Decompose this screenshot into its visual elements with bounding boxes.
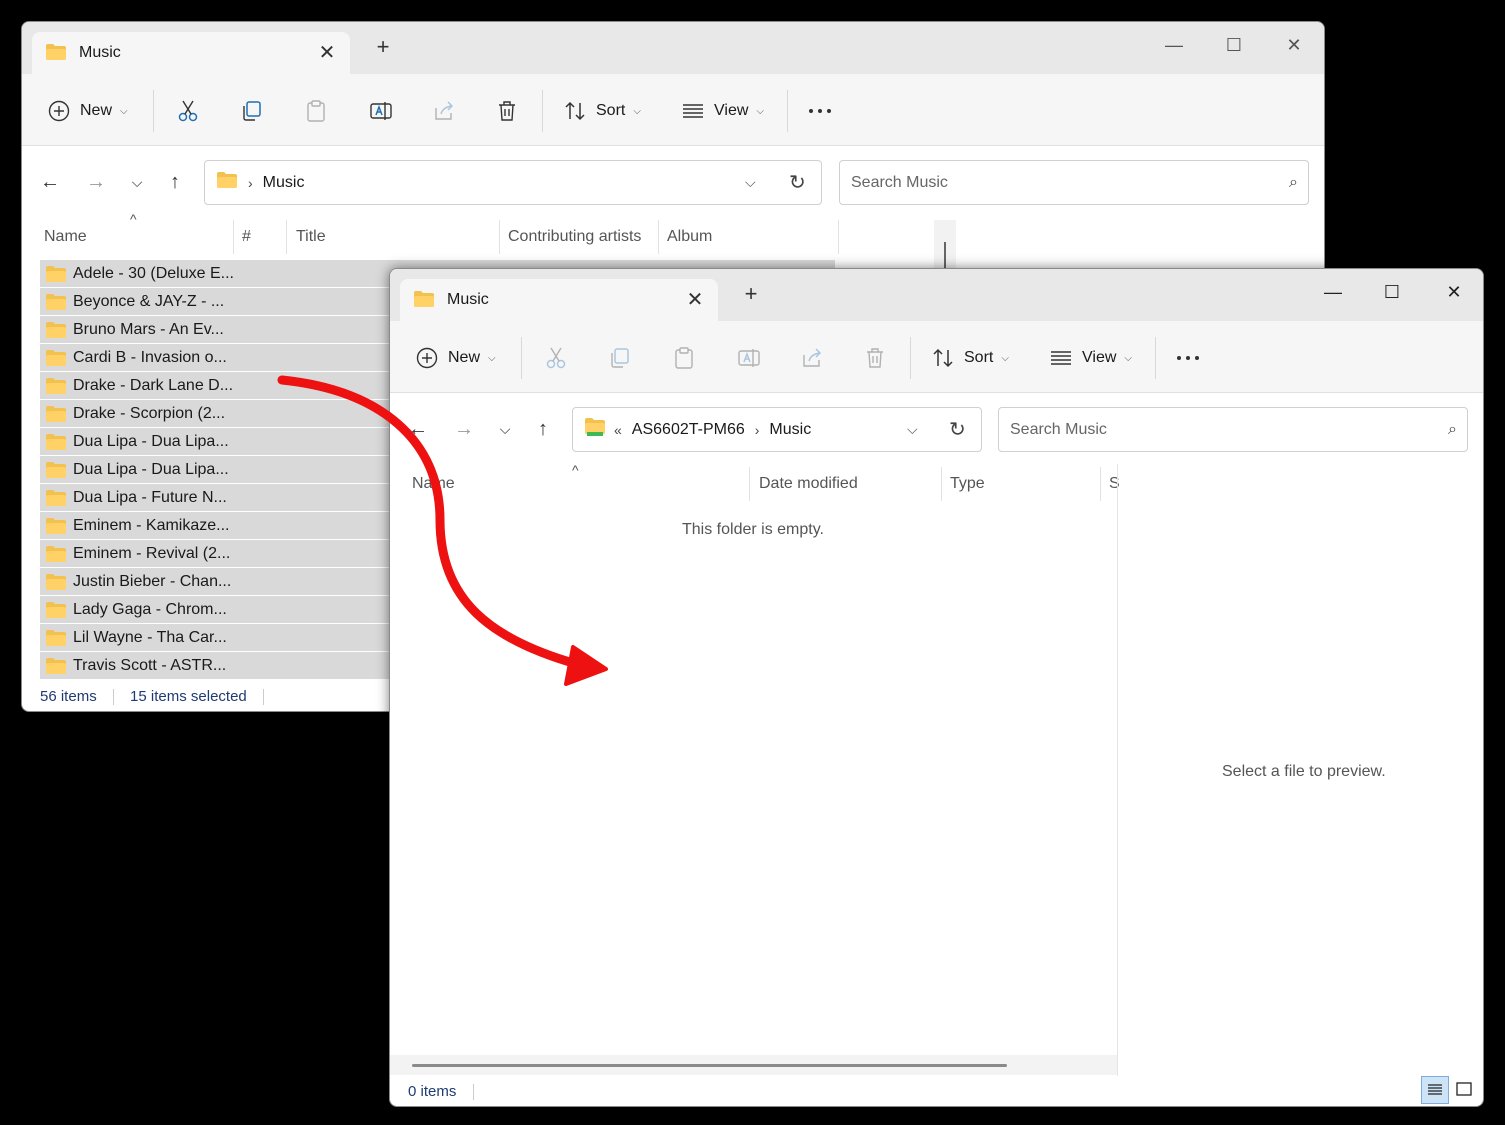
drag-arrow-annotation: [277, 375, 608, 686]
